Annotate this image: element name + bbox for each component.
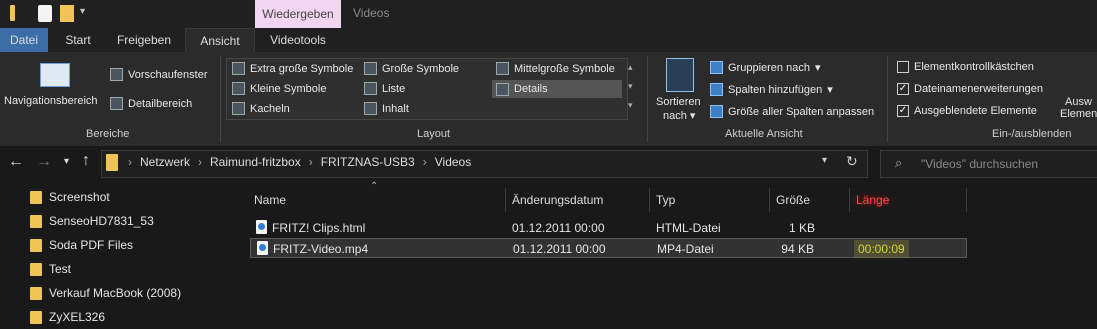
tree-item[interactable]: Screenshot <box>30 190 110 204</box>
details-pane-button[interactable]: Detailbereich <box>110 97 192 110</box>
recent-locations-chevron-icon[interactable]: ▾ <box>64 156 69 167</box>
folder-icon <box>30 286 42 300</box>
tab-ansicht[interactable]: Ansicht <box>185 28 255 53</box>
add-columns-icon <box>710 83 723 96</box>
search-icon: ⌕ <box>895 155 903 170</box>
search-placeholder: "Videos" durchsuchen <box>921 157 1039 171</box>
folder-icon <box>30 238 42 252</box>
group-label-layout: Layout <box>417 128 451 140</box>
file-size: 94 KB <box>781 242 814 256</box>
layout-tiles[interactable]: Kacheln <box>232 102 290 115</box>
preview-pane-icon <box>110 68 123 81</box>
ribbon-separator <box>220 56 221 142</box>
navigation-pane-button[interactable]: Navigationsbereich <box>4 95 98 107</box>
hidden-items-toggle[interactable]: ✓ Ausgeblendete Elemente <box>897 105 1037 117</box>
column-header-size[interactable]: Größe <box>770 188 850 212</box>
column-header-date[interactable]: Änderungsdatum <box>506 188 650 212</box>
folder-icon <box>30 262 42 276</box>
checkbox <box>897 61 909 73</box>
column-header-type[interactable]: Typ <box>650 188 770 212</box>
folder-icon <box>30 190 42 204</box>
tab-freigeben[interactable]: Freigeben <box>108 28 180 52</box>
fit-columns-button[interactable]: Größe aller Spalten anpassen <box>710 105 874 118</box>
column-header-name[interactable]: Name <box>248 188 506 212</box>
sort-by-button-label[interactable]: nach ▾ <box>663 109 695 122</box>
ribbon-separator <box>887 56 888 142</box>
ribbon-separator <box>647 56 648 142</box>
file-name: FRITZ-Video.mp4 <box>273 242 369 256</box>
breadcrumb: › Netzwerk › Raimund-fritzbox › FRITZNAS… <box>128 155 472 169</box>
file-type: HTML-Datei <box>656 221 721 235</box>
item-checkboxes-toggle[interactable]: Elementkontrollkästchen <box>897 61 1034 73</box>
forward-arrow-icon[interactable]: → <box>36 153 52 171</box>
file-size: 1 KB <box>788 221 815 235</box>
search-input[interactable]: ⌕ "Videos" durchsuchen <box>880 150 1097 178</box>
tree-item[interactable]: Test <box>30 262 71 276</box>
group-by-button[interactable]: Gruppieren nach ▾ <box>710 61 820 74</box>
breadcrumb-netzwerk[interactable]: Netzwerk <box>140 155 190 169</box>
folder-icon <box>10 5 24 22</box>
add-columns-button[interactable]: Spalten hinzufügen ▾ <box>710 83 833 96</box>
folder-icon <box>30 214 42 228</box>
layout-small-icons[interactable]: Kleine Symbole <box>232 82 326 95</box>
navigation-pane-icon[interactable] <box>40 63 70 87</box>
properties-icon[interactable] <box>38 5 52 22</box>
layout-extra-large-icons[interactable]: Extra große Symbole <box>232 62 353 75</box>
sort-by-button[interactable]: Sortieren <box>656 96 701 108</box>
layout-content[interactable]: Inhalt <box>364 102 409 115</box>
breadcrumb-raimund-fritzbox[interactable]: Raimund-fritzbox <box>210 155 301 169</box>
file-row[interactable]: FRITZ-Video.mp4 01.12.2011 00:00 MP4-Dat… <box>250 238 967 258</box>
file-date: 01.12.2011 00:00 <box>512 221 605 235</box>
fit-columns-icon <box>710 105 723 118</box>
layout-list[interactable]: Liste <box>364 82 405 95</box>
address-dropdown-icon[interactable]: ▾ <box>822 155 827 166</box>
column-header-length[interactable]: Länge <box>850 188 967 212</box>
tab-videotools[interactable]: Videotools <box>256 28 340 52</box>
group-label-current-view: Aktuelle Ansicht <box>725 128 803 140</box>
tree-item[interactable]: SenseoHD7831_53 <box>30 214 154 228</box>
tab-start[interactable]: Start <box>52 28 104 52</box>
preview-pane-button[interactable]: Vorschaufenster <box>110 68 208 81</box>
up-arrow-icon[interactable]: ↑ <box>82 152 90 170</box>
group-by-icon <box>710 61 723 74</box>
file-row[interactable]: FRITZ! Clips.html 01.12.2011 00:00 HTML-… <box>250 218 967 238</box>
group-label-show-hide: Ein-/ausblenden <box>992 128 1072 140</box>
layout-medium-icons[interactable]: Mittelgroße Symbole <box>496 62 615 75</box>
tree-item[interactable]: Soda PDF Files <box>30 238 133 252</box>
new-folder-icon[interactable] <box>60 5 74 22</box>
sort-icon[interactable] <box>666 58 694 92</box>
tab-datei[interactable]: Datei <box>0 28 48 52</box>
group-label-panes: Bereiche <box>86 128 130 140</box>
folder-icon <box>106 154 118 174</box>
title-bar <box>0 0 1097 28</box>
checkbox: ✓ <box>897 105 909 117</box>
folder-icon <box>30 310 42 324</box>
file-date: 01.12.2011 00:00 <box>513 242 606 256</box>
breadcrumb-fritznas-usb3[interactable]: FRITZNAS-USB3 <box>321 155 415 169</box>
layout-large-icons[interactable]: Große Symbole <box>364 62 459 75</box>
file-type: MP4-Datei <box>657 242 714 256</box>
layout-scroll-icon[interactable]: ▴ ▾ ▾ <box>628 58 633 115</box>
file-name: FRITZ! Clips.html <box>272 221 366 235</box>
refresh-icon[interactable]: ↻ <box>846 153 858 170</box>
checkbox: ✓ <box>897 83 909 95</box>
hide-selected-items-label[interactable]: Elemen <box>1060 108 1097 120</box>
tree-item[interactable]: ZyXEL326 <box>30 310 105 324</box>
window-title: Videos <box>353 6 390 20</box>
hide-selected-items-button[interactable]: Ausw <box>1065 96 1092 108</box>
html-file-icon <box>256 220 267 234</box>
back-arrow-icon[interactable]: ← <box>8 153 24 171</box>
file-length: 00:00:09 <box>854 240 909 258</box>
video-file-icon <box>257 241 268 255</box>
file-extensions-toggle[interactable]: ✓ Dateinamenerweiterungen <box>897 83 1043 95</box>
quick-access-dropdown-icon[interactable]: ▾ <box>80 6 85 17</box>
tree-item[interactable]: Verkauf MacBook (2008) <box>30 286 181 300</box>
breadcrumb-videos[interactable]: Videos <box>435 155 471 169</box>
context-tab-wiedergeben[interactable]: Wiedergeben <box>255 0 341 28</box>
layout-details[interactable]: Details <box>492 80 622 98</box>
details-pane-icon <box>110 97 123 110</box>
